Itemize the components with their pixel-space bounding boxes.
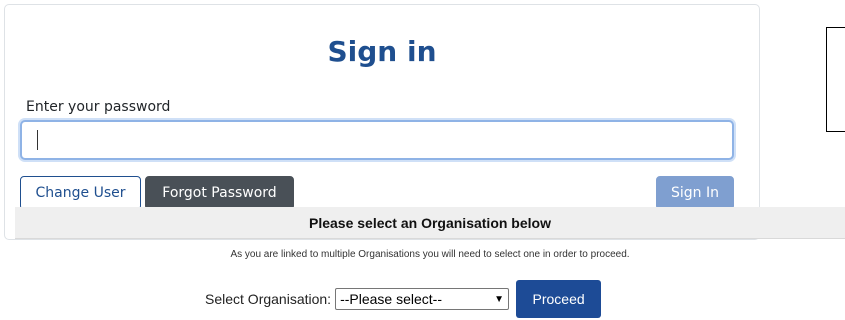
change-user-button[interactable]: Change User [20, 176, 141, 210]
select-organisation-label: Select Organisation: [205, 291, 332, 307]
chevron-down-icon: ▼ [494, 293, 505, 305]
forgot-password-button[interactable]: Forgot Password [145, 176, 294, 210]
organisation-note: As you are linked to multiple Organisati… [230, 249, 630, 260]
password-label: Enter your password [26, 99, 171, 115]
organisation-header: Please select an Organisation below [15, 207, 845, 239]
organisation-row: Select Organisation: --Please select-- ▼… [205, 280, 602, 318]
organisation-select-value: --Please select-- [340, 291, 442, 307]
side-panel [826, 27, 845, 132]
organisation-select[interactable]: --Please select-- ▼ [335, 288, 510, 310]
sign-in-button[interactable]: Sign In [656, 176, 734, 210]
proceed-button[interactable]: Proceed [516, 280, 602, 318]
text-cursor [37, 130, 38, 150]
page-title: Sign in [327, 35, 437, 68]
password-input[interactable] [20, 120, 734, 160]
